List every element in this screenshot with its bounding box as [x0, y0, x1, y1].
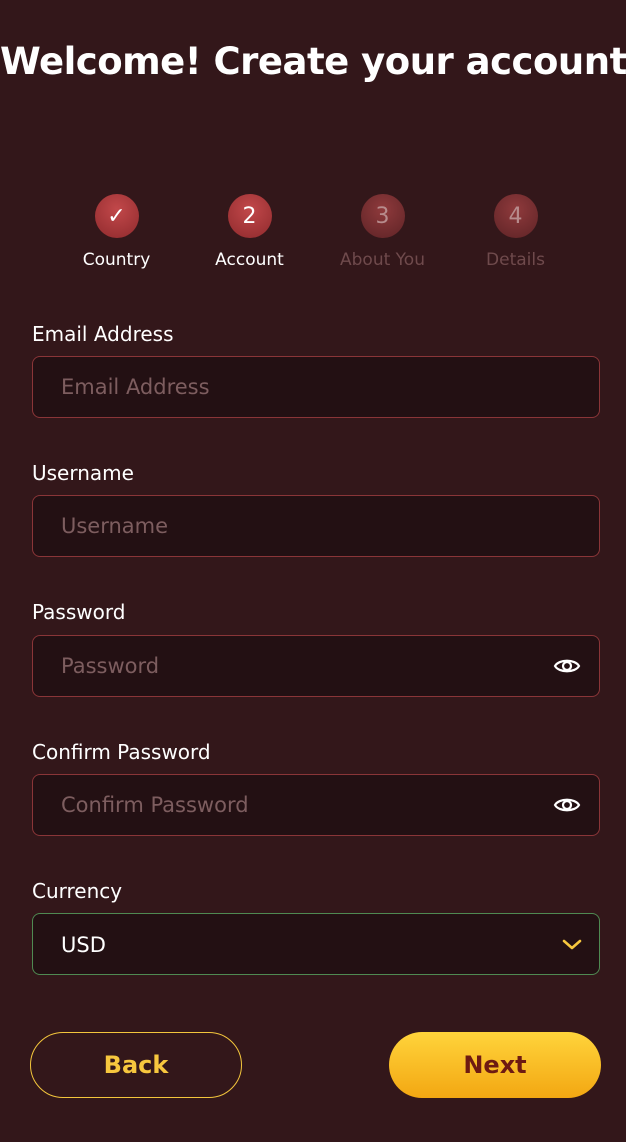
- step-country: ✓ Country: [50, 194, 183, 270]
- page-title: Welcome! Create your account.: [0, 40, 626, 83]
- confirm-password-field-container: [32, 774, 600, 836]
- confirm-password-field[interactable]: [61, 775, 541, 835]
- currency-select[interactable]: USD: [32, 913, 600, 975]
- email-field[interactable]: [61, 357, 541, 417]
- step-number: 4: [493, 194, 538, 238]
- username-field[interactable]: [61, 496, 541, 556]
- confirm-password-label: Confirm Password: [32, 740, 211, 764]
- step-number: 3: [360, 194, 405, 238]
- email-label: Email Address: [32, 322, 174, 346]
- currency-selected-value: USD: [61, 933, 106, 957]
- password-field[interactable]: [61, 636, 541, 696]
- progress-stepper: ✓ Country 2 Account 3 About You 4 Detail…: [50, 194, 582, 284]
- step-complete-check-icon: ✓: [94, 194, 139, 238]
- next-button[interactable]: Next: [389, 1032, 601, 1098]
- step-details: 4 Details: [449, 194, 582, 270]
- step-label-country: Country: [82, 250, 151, 270]
- username-label: Username: [32, 461, 134, 485]
- email-field-container: [32, 356, 600, 418]
- step-label-about-you: About You: [340, 250, 425, 270]
- currency-label: Currency: [32, 879, 123, 903]
- step-label-details: Details: [486, 250, 545, 270]
- username-field-container: [32, 495, 600, 557]
- step-label-account: Account: [215, 250, 284, 270]
- password-field-container: [32, 635, 600, 697]
- step-account: 2 Account: [183, 194, 316, 270]
- password-label: Password: [32, 600, 126, 624]
- step-number: 2: [227, 194, 272, 238]
- back-button[interactable]: Back: [30, 1032, 242, 1098]
- step-about-you: 3 About You: [316, 194, 449, 270]
- eye-icon[interactable]: [553, 793, 581, 817]
- eye-icon[interactable]: [553, 654, 581, 678]
- chevron-down-icon: [562, 939, 582, 950]
